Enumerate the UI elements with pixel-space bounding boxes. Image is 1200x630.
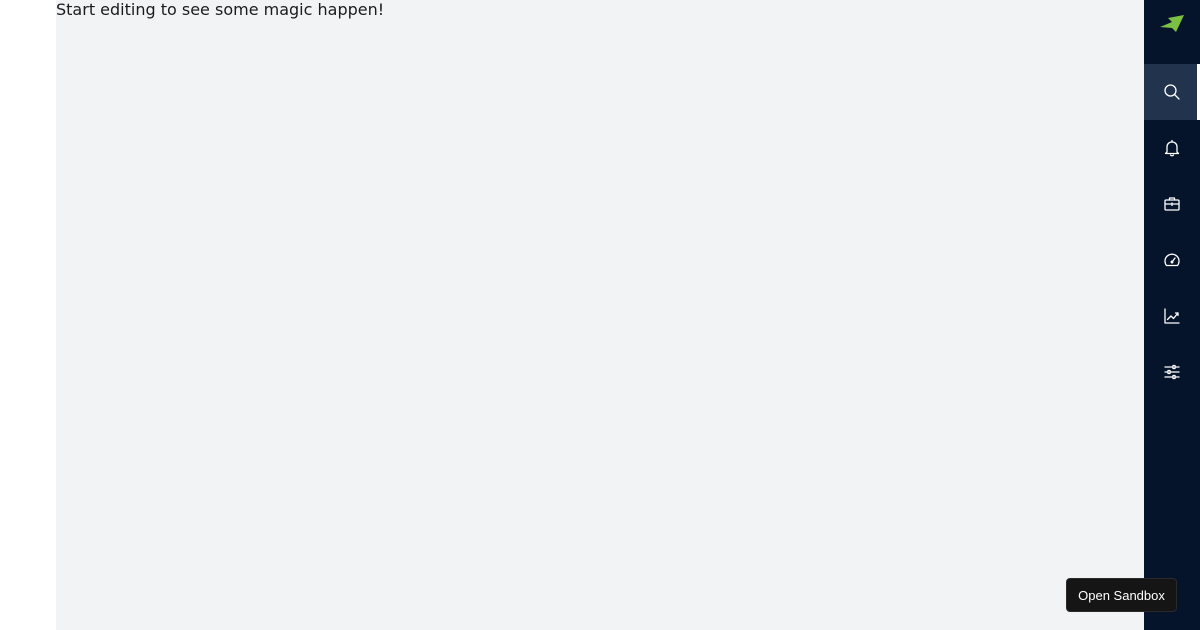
sidebar-item-settings[interactable] [1144, 344, 1200, 400]
speedometer-icon [1164, 253, 1180, 267]
sliders-icon [1164, 364, 1180, 380]
search-icon [1164, 84, 1180, 100]
trend-chart-icon [1164, 308, 1180, 324]
brand-arrow-logo-icon [1160, 15, 1184, 32]
right-sidebar [1144, 0, 1200, 630]
main-content: Start editing to see some magic happen! [56, 0, 1144, 630]
open-sandbox-button[interactable]: Open Sandbox [1066, 578, 1177, 612]
sidebar-item-analytics[interactable] [1144, 288, 1200, 344]
sidebar-item-portfolio[interactable] [1144, 176, 1200, 232]
page: Start editing to see some magic happen! [0, 0, 1200, 630]
bell-icon [1164, 139, 1180, 157]
brand-logo[interactable] [1144, 0, 1200, 46]
magic-message: Start editing to see some magic happen! [56, 0, 385, 19]
briefcase-icon [1164, 197, 1180, 211]
sidebar-item-search[interactable] [1144, 64, 1200, 120]
sidebar-item-dashboard[interactable] [1144, 232, 1200, 288]
sidebar-item-notifications[interactable] [1144, 120, 1200, 176]
